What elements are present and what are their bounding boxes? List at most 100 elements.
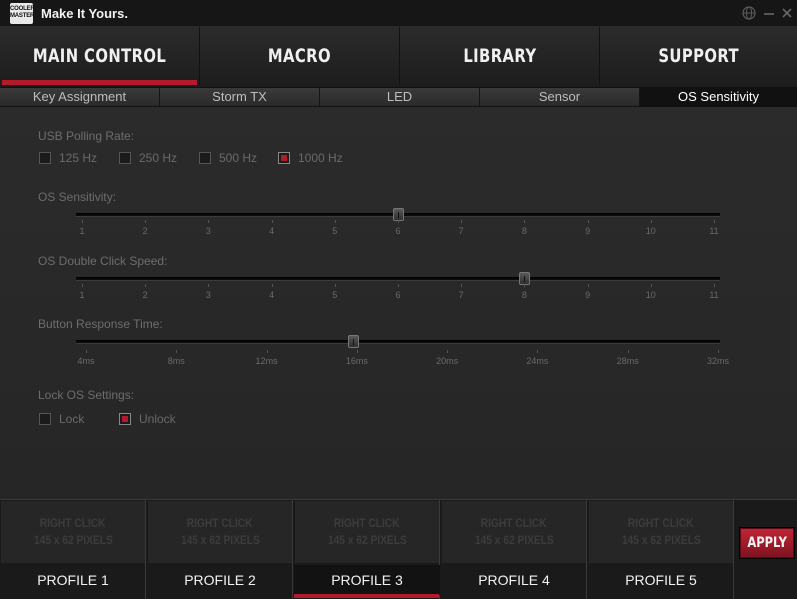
option-label: 250 Hz [139, 151, 178, 165]
nav-macro[interactable]: MACRO [200, 27, 400, 85]
placeholder-line2: 145 x 62 PIXELS [327, 533, 407, 547]
button-response-time-label: Button Response Time: [38, 317, 163, 331]
nav-library[interactable]: LIBRARY [400, 27, 600, 85]
apply-button[interactable]: APPLY [740, 528, 794, 558]
slider-tick-label: 8 [521, 290, 527, 300]
slider-tick-label: 6 [395, 290, 401, 300]
tab-storm-tx[interactable]: Storm TX [160, 88, 320, 106]
slider-thumb[interactable] [347, 335, 359, 348]
profile-label: PROFILE 1 [37, 572, 109, 588]
button-response-time-slider[interactable] [76, 335, 720, 348]
profile-image-placeholder: RIGHT CLICK 145 x 62 PIXELS [148, 501, 292, 563]
polling-125hz-checkbox[interactable]: 125 Hz [39, 151, 97, 165]
slider-tick-label: 28ms [616, 356, 639, 366]
slider-tick-label: 9 [585, 226, 591, 236]
nav-main-control[interactable]: MAIN CONTROL [0, 27, 200, 85]
placeholder-line1: RIGHT CLICK [481, 516, 547, 530]
checkbox-box [39, 413, 51, 425]
close-icon[interactable] [778, 4, 796, 22]
sub-tabs: Key Assignment Storm TX LED Sensor OS Se… [0, 87, 797, 107]
title-bar: COOLER MASTER Make It Yours. [0, 0, 797, 27]
tab-led[interactable]: LED [320, 88, 480, 106]
polling-500hz-checkbox[interactable]: 500 Hz [199, 151, 257, 165]
slider-tick [82, 284, 83, 287]
main-nav: MAIN CONTROL MACRO LIBRARY SUPPORT [0, 27, 797, 85]
slider-tick [461, 284, 463, 287]
double-click-speed-slider[interactable] [76, 272, 720, 285]
tab-key-assignment[interactable]: Key Assignment [0, 88, 160, 106]
placeholder-line2: 145 x 62 PIXELS [180, 533, 260, 547]
slider-tick [356, 350, 358, 353]
slider-tick-label: 9 [585, 290, 591, 300]
profile-label: PROFILE 3 [294, 565, 440, 595]
slider-tick [398, 284, 399, 287]
profile-label: PROFILE 4 [478, 572, 550, 588]
checkbox-box [119, 152, 131, 164]
slider-tick-label: 5 [332, 226, 338, 236]
slider-tick-label: 3 [205, 226, 211, 236]
globe-icon[interactable] [740, 4, 758, 22]
slider-tick-label: 12ms [255, 356, 278, 366]
profile-image-placeholder: RIGHT CLICK 145 x 62 PIXELS [295, 501, 439, 563]
placeholder-line1: RIGHT CLICK [334, 516, 400, 530]
unlock-checkbox[interactable]: Unlock [119, 412, 176, 426]
tab-os-sensitivity[interactable]: OS Sensitivity [640, 88, 797, 106]
nav-label: MACRO [267, 45, 332, 67]
polling-1000hz-checkbox[interactable]: 1000 Hz [278, 151, 343, 165]
slider-tick [650, 284, 652, 287]
polling-250hz-checkbox[interactable]: 250 Hz [119, 151, 177, 165]
slider-tick-label: 16ms [345, 356, 368, 366]
apply-label: APPLY [747, 535, 787, 551]
option-label: Unlock [139, 412, 176, 426]
slider-tick [714, 284, 715, 287]
option-label: 500 Hz [219, 151, 258, 165]
cooler-master-logo: COOLER MASTER [10, 3, 35, 24]
profile-2[interactable]: RIGHT CLICK 145 x 62 PIXELS PROFILE 2 [147, 500, 293, 599]
option-label: Lock [59, 412, 85, 426]
slider-tick-label: 4 [269, 290, 275, 300]
checkbox-box [278, 152, 290, 164]
option-label: 1000 Hz [298, 151, 343, 165]
slider-tick [524, 284, 526, 287]
slider-tick [447, 350, 449, 353]
slider-tick [587, 220, 589, 223]
nav-support[interactable]: SUPPORT [600, 27, 797, 85]
slider-tick-label: 11 [709, 290, 719, 300]
slider-tick-label: 8 [521, 226, 527, 236]
slider-tick-label: 11 [709, 226, 719, 236]
slider-tick-label: 4ms [77, 356, 95, 366]
slider-tick [145, 220, 147, 223]
slider-tick [176, 350, 178, 353]
profile-1[interactable]: RIGHT CLICK 145 x 62 PIXELS PROFILE 1 [0, 500, 146, 599]
os-sensitivity-label: OS Sensitivity: [38, 190, 117, 204]
profile-5[interactable]: RIGHT CLICK 145 x 62 PIXELS PROFILE 5 [588, 500, 734, 599]
slider-tick-label: 10 [645, 226, 656, 236]
slider-tick [461, 220, 463, 223]
slider-tick [650, 220, 652, 223]
double-click-speed-label: OS Double Click Speed: [38, 254, 168, 268]
slider-tick [398, 220, 399, 223]
tab-sensor[interactable]: Sensor [480, 88, 640, 106]
slider-tick-label: 7 [458, 226, 464, 236]
checkbox-box [199, 152, 211, 164]
slider-tick-label: 1 [79, 290, 85, 300]
slider-tick [587, 284, 589, 287]
placeholder-line2: 145 x 62 PIXELS [33, 533, 113, 547]
profile-label: PROFILE 5 [625, 572, 697, 588]
option-label: 125 Hz [59, 151, 98, 165]
slider-tick-label: 20ms [436, 356, 459, 366]
slider-tick-label: 8ms [167, 356, 185, 366]
slider-tick-label: 10 [645, 290, 656, 300]
profile-4[interactable]: RIGHT CLICK 145 x 62 PIXELS PROFILE 4 [441, 500, 587, 599]
minimize-icon[interactable] [760, 4, 778, 22]
slider-tick [266, 350, 268, 353]
placeholder-line1: RIGHT CLICK [40, 516, 106, 530]
slider-tick-label: 1 [79, 226, 85, 236]
checkbox-box [39, 152, 51, 164]
profile-3[interactable]: RIGHT CLICK 145 x 62 PIXELS PROFILE 3 [294, 500, 440, 599]
os-sensitivity-slider[interactable] [76, 208, 720, 221]
placeholder-line2: 145 x 62 PIXELS [621, 533, 701, 547]
slider-tick [524, 220, 526, 223]
slider-tick-label: 6 [395, 226, 401, 236]
lock-checkbox[interactable]: Lock [39, 412, 84, 426]
